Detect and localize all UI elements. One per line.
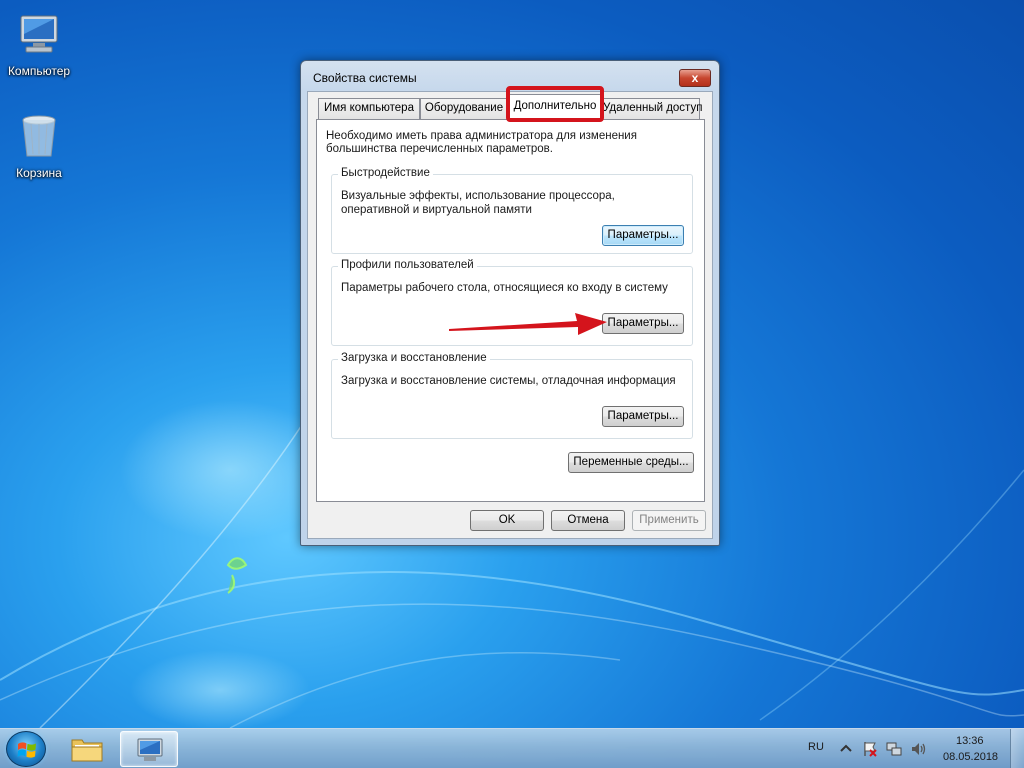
group-startup-recovery: Загрузка и восстановление Загрузка и вос… bbox=[331, 352, 693, 439]
network-icon[interactable] bbox=[886, 741, 902, 757]
taskbar-system-properties-button[interactable] bbox=[120, 731, 178, 767]
system-properties-window: Свойства системы x Имя компьютера Оборуд… bbox=[300, 60, 720, 546]
ok-button[interactable]: OK bbox=[470, 510, 544, 531]
window-client-area: Имя компьютера Оборудование Дополнительн… bbox=[307, 86, 713, 539]
tab-label: Удаленный доступ bbox=[603, 102, 703, 114]
tab-label: Оборудование bbox=[424, 102, 504, 114]
taskbar: RU 13:36 08.05.2018 bbox=[0, 728, 1024, 768]
clock-time[interactable]: 13:36 bbox=[956, 735, 984, 747]
desktop-icon-label: Корзина bbox=[16, 166, 62, 180]
group-title: Быстродействие bbox=[338, 167, 433, 179]
group-description: Загрузка и восстановление системы, отлад… bbox=[341, 375, 676, 387]
red-arrow-annotation bbox=[449, 313, 607, 335]
action-center-flag-icon[interactable] bbox=[862, 741, 878, 757]
show-desktop-button[interactable] bbox=[1010, 729, 1024, 768]
startup-recovery-settings-button[interactable]: Параметры... bbox=[602, 406, 684, 427]
taskbar-explorer-button[interactable] bbox=[58, 731, 116, 767]
group-performance: Быстродействие Визуальные эффекты, испол… bbox=[331, 167, 693, 254]
group-title: Профили пользователей bbox=[338, 259, 477, 271]
close-icon: x bbox=[691, 71, 699, 85]
desktop-icon-computer[interactable]: Компьютер bbox=[1, 10, 77, 78]
tab-panel-advanced: Необходимо иметь права администратора дл… bbox=[316, 119, 705, 502]
tab-label: Имя компьютера bbox=[324, 102, 414, 114]
windows-logo-icon bbox=[17, 742, 36, 758]
system-properties-icon bbox=[137, 738, 163, 761]
computer-icon bbox=[20, 15, 58, 53]
group-description: Визуальные эффекты, использование процес… bbox=[341, 190, 615, 216]
desktop-icon-recycle-bin[interactable]: Корзина bbox=[1, 112, 77, 180]
group-title: Загрузка и восстановление bbox=[338, 352, 490, 364]
tray-expand-icon[interactable] bbox=[838, 741, 854, 757]
group-description: Параметры рабочего стола, относящиеся ко… bbox=[341, 282, 668, 294]
clock-date[interactable]: 08.05.2018 bbox=[943, 751, 998, 763]
tab-remote[interactable]: Удаленный доступ bbox=[602, 98, 703, 119]
recycle-bin-icon bbox=[22, 115, 56, 157]
cancel-button[interactable]: Отмена bbox=[551, 510, 625, 531]
desktop-icon-label: Компьютер bbox=[7, 64, 71, 78]
close-button[interactable]: x bbox=[679, 69, 711, 87]
tab-computer-name[interactable]: Имя компьютера bbox=[318, 98, 420, 119]
environment-variables-button[interactable]: Переменные среды... bbox=[568, 452, 694, 473]
start-button[interactable] bbox=[6, 731, 46, 767]
folder-icon bbox=[71, 739, 103, 762]
tab-highlight-frame bbox=[506, 86, 604, 122]
admin-note: Необходимо иметь права администратора дл… bbox=[326, 130, 637, 155]
tab-hardware[interactable]: Оборудование bbox=[420, 98, 508, 119]
volume-icon[interactable] bbox=[910, 741, 926, 757]
performance-settings-button[interactable]: Параметры... bbox=[602, 225, 684, 246]
window-title: Свойства системы bbox=[313, 71, 417, 85]
language-indicator[interactable]: RU bbox=[808, 741, 824, 753]
apply-button[interactable]: Применить bbox=[632, 510, 706, 531]
